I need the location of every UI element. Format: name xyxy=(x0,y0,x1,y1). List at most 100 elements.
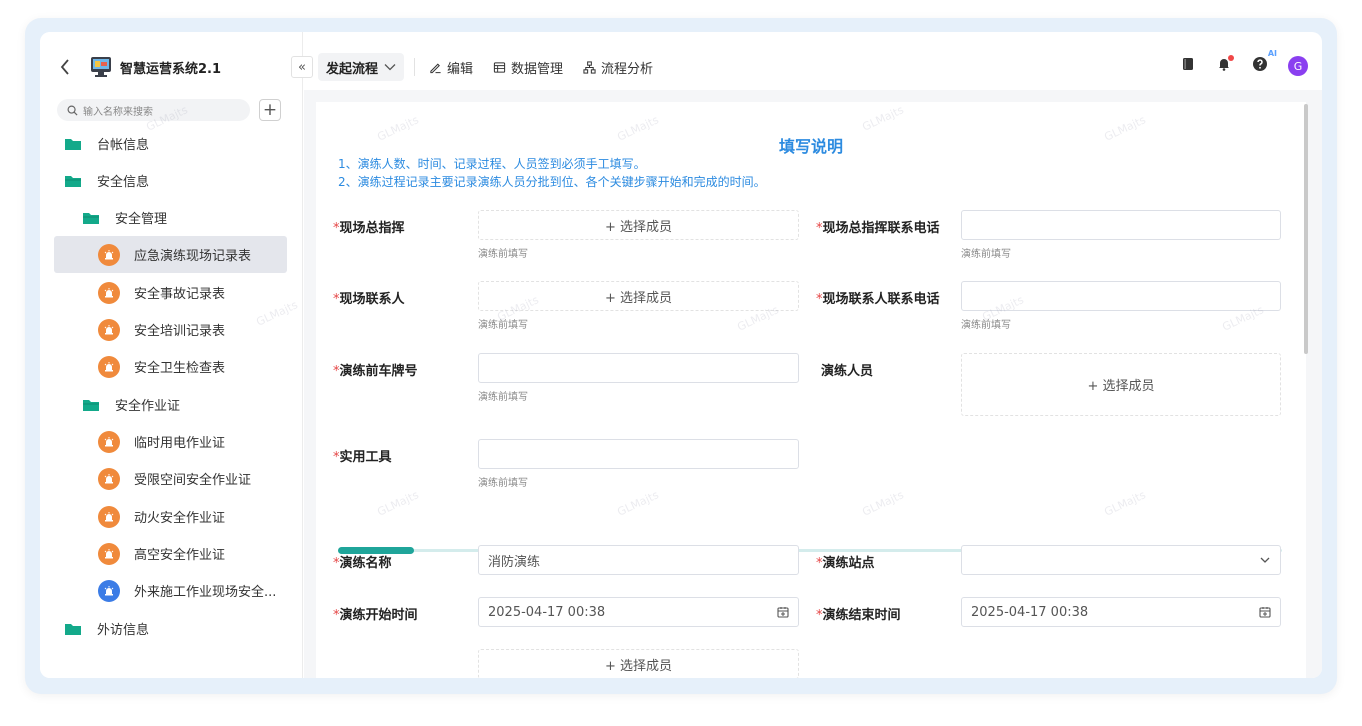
instructions-title: 填写说明 xyxy=(778,137,843,156)
tools-label-text: 实用工具 xyxy=(339,450,392,465)
alarm-icon xyxy=(104,361,114,371)
commander-phone-hint: 演练前填写 xyxy=(961,249,1011,260)
alarm-icon xyxy=(104,287,114,297)
ai-badge: AI xyxy=(1267,49,1277,58)
instruction-line: 1、演练人数、时间、记录过程、人员签到必须手工填写。 xyxy=(338,157,646,171)
form-icon xyxy=(98,505,120,528)
edit-button[interactable]: 编辑 xyxy=(429,58,473,77)
contact-phone-hint: 演练前填写 xyxy=(961,320,1011,331)
book-icon xyxy=(1183,58,1193,70)
sidebar-item[interactable]: 高空安全作业证 xyxy=(54,535,287,572)
collapse-sidebar-button[interactable]: « xyxy=(291,56,313,78)
tools-field[interactable] xyxy=(478,439,799,469)
sidebar-item-label: 安全卫生检查表 xyxy=(134,361,226,376)
next-row-select-member[interactable]: + 选择成员 xyxy=(478,649,799,678)
chevron-left-icon xyxy=(60,59,69,75)
plate-label: *演练前车牌号 xyxy=(333,360,418,379)
help-button[interactable]: AI xyxy=(1252,49,1277,76)
avatar[interactable]: G xyxy=(1288,56,1308,76)
plate-hint: 演练前填写 xyxy=(478,392,528,403)
flow-chart-icon xyxy=(583,60,596,74)
drill-name-label-text: 演练名称 xyxy=(339,556,392,571)
data-manage-button[interactable]: 数据管理 xyxy=(493,58,563,77)
watermark: GLMajts xyxy=(1102,488,1148,519)
end-time-field[interactable]: 2025-04-17 00:38 xyxy=(961,597,1281,627)
plate-label-text: 演练前车牌号 xyxy=(339,364,418,379)
drill-site-label-text: 演练站点 xyxy=(822,556,875,571)
start-flow-label: 发起流程 xyxy=(326,61,379,77)
folder-icon xyxy=(65,138,81,150)
plate-field[interactable] xyxy=(478,353,799,383)
sidebar-item-label: 安全培训记录表 xyxy=(134,324,226,339)
personnel-label: 演练人员 xyxy=(821,364,874,379)
toolbar: 发起流程 编辑 数据管理 流程分析 xyxy=(318,53,673,81)
alarm-icon xyxy=(104,249,114,259)
sidebar-item[interactable]: 安全管理 xyxy=(54,199,287,236)
drill-name-field[interactable]: 消防演练 xyxy=(478,545,799,575)
commander-phone-label-text: 现场总指挥联系电话 xyxy=(822,221,940,236)
form-icon xyxy=(98,318,120,341)
sidebar-item-label: 受限空间安全作业证 xyxy=(134,473,252,488)
contact-select-member[interactable]: + 选择成员 xyxy=(478,281,799,311)
sidebar-item[interactable]: 安全事故记录表 xyxy=(54,274,287,311)
sidebar-item-label: 应急演练现场记录表 xyxy=(134,249,252,264)
commander-select-member[interactable]: + 选择成员 xyxy=(478,210,799,240)
folder-icon xyxy=(65,623,81,635)
sidebar-item-label: 动火安全作业证 xyxy=(134,511,226,526)
folder-open-icon xyxy=(83,212,99,224)
app-window: 智慧运营系统2.1 输入名称来搜索 + 台帐信息安全信息安全管理应急演练现场记录… xyxy=(40,32,1322,678)
commander-phone-field[interactable] xyxy=(961,210,1281,240)
book-button[interactable] xyxy=(1180,56,1196,76)
sidebar-item[interactable]: 受限空间安全作业证 xyxy=(54,460,287,497)
sidebar-item[interactable]: 外来施工作业现场安全... xyxy=(54,572,287,609)
chevron-down-icon xyxy=(1260,557,1270,563)
back-button[interactable] xyxy=(60,56,76,78)
drill-site-select[interactable] xyxy=(961,545,1281,575)
search-placeholder: 输入名称来搜索 xyxy=(83,106,153,118)
sidebar-item[interactable]: 安全卫生检查表 xyxy=(54,348,287,385)
watermark: GLMajts xyxy=(615,488,661,519)
form-icon xyxy=(98,430,120,453)
sidebar-item[interactable]: 动火安全作业证 xyxy=(54,498,287,535)
sidebar-item[interactable]: 外访信息 xyxy=(54,610,287,647)
alarm-icon xyxy=(104,511,114,521)
form-icon xyxy=(98,542,120,565)
sidebar: 智慧运营系统2.1 输入名称来搜索 + 台帐信息安全信息安全管理应急演练现场记录… xyxy=(40,32,303,678)
sidebar-item[interactable]: 安全作业证 xyxy=(54,386,287,423)
sidebar-item[interactable]: 临时用电作业证 xyxy=(54,423,287,460)
contact-label-text: 现场联系人 xyxy=(339,292,405,307)
sidebar-item[interactable]: 应急演练现场记录表 xyxy=(54,236,287,273)
search-input[interactable]: 输入名称来搜索 xyxy=(57,99,250,121)
brand: 智慧运营系统2.1 xyxy=(60,56,221,78)
form-icon xyxy=(98,467,120,490)
personnel-select-member[interactable]: + 选择成员 xyxy=(961,353,1281,416)
sidebar-item-label: 安全作业证 xyxy=(115,399,181,414)
sidebar-item-label: 安全信息 xyxy=(97,175,150,190)
chevron-down-icon xyxy=(384,64,396,71)
sidebar-item[interactable]: 安全信息 xyxy=(54,162,287,199)
instruction-line: 2、演练过程记录主要记录演练人员分批到位、各个关键步骤开始和完成的时间。 xyxy=(338,175,766,189)
pencil-icon xyxy=(430,63,441,73)
alarm-icon xyxy=(104,473,114,483)
search-icon xyxy=(67,105,78,116)
start-time-field[interactable]: 2025-04-17 00:38 xyxy=(478,597,799,627)
start-flow-button[interactable]: 发起流程 xyxy=(318,53,405,81)
form-icon xyxy=(98,243,120,266)
flow-analysis-label: 流程分析 xyxy=(601,61,654,77)
form-scrollbar[interactable] xyxy=(1304,104,1308,354)
sidebar-item[interactable]: 台帐信息 xyxy=(54,125,287,162)
drill-name-label: *演练名称 xyxy=(333,552,392,571)
contact-phone-field[interactable] xyxy=(961,281,1281,311)
flow-analysis-button[interactable]: 流程分析 xyxy=(583,58,653,77)
add-button[interactable]: + xyxy=(259,99,281,121)
notification-button[interactable] xyxy=(1216,55,1234,76)
sidebar-item-label: 台帐信息 xyxy=(97,138,150,153)
commander-phone-label: *现场总指挥联系电话 xyxy=(816,217,940,236)
sidebar-item-label: 高空安全作业证 xyxy=(134,548,226,563)
alarm-icon xyxy=(104,436,114,446)
toolbar-divider xyxy=(414,58,416,76)
sidebar-item[interactable]: 安全培训记录表 xyxy=(54,311,287,348)
start-time-label-text: 演练开始时间 xyxy=(339,608,418,623)
form-icon xyxy=(98,579,120,602)
start-time-value: 2025-04-17 00:38 xyxy=(488,604,606,620)
